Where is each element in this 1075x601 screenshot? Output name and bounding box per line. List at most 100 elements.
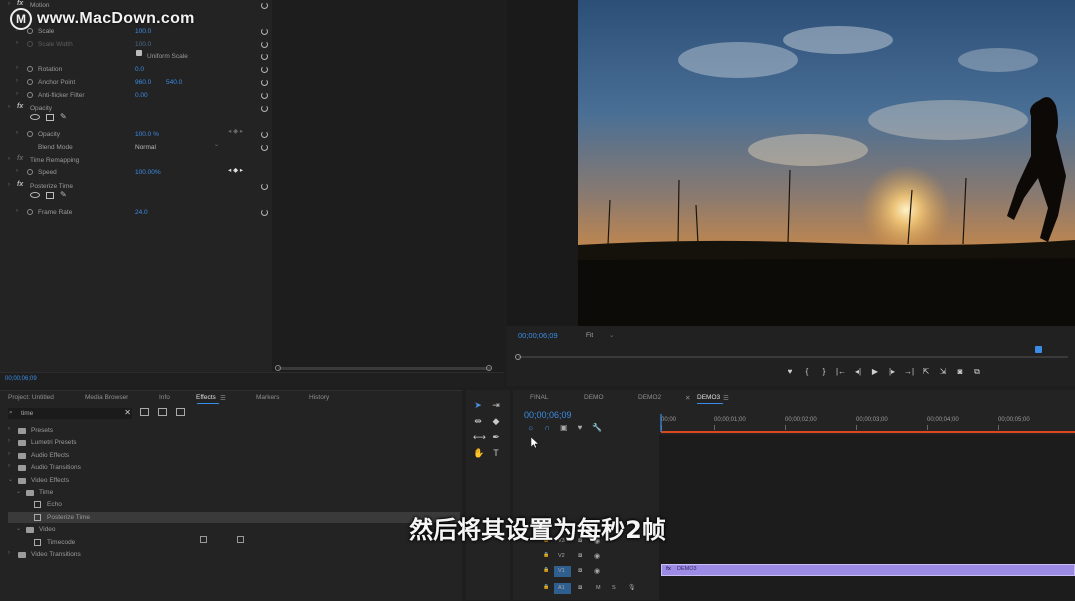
effect-controls-timecode[interactable]: 00;00;06;09 (5, 376, 37, 382)
fit-dropdown[interactable]: Fit ⌄ (586, 331, 615, 339)
rectangle-mask-icon[interactable] (46, 113, 54, 121)
tab-info[interactable]: Info (159, 394, 196, 402)
add-marker-icon[interactable]: ♥ (784, 367, 796, 377)
expand-chevron-icon[interactable]: › (8, 104, 10, 110)
tab-media-browser[interactable]: Media Browser (85, 394, 159, 402)
linked-selection-icon[interactable]: ∩ (544, 423, 550, 432)
expand-chevron-icon[interactable]: › (16, 168, 18, 174)
effect-property-value[interactable]: 0.0 (135, 66, 144, 73)
effects-tree-item[interactable]: Lumetri Presets (31, 439, 77, 446)
timeline-timecode[interactable]: 00;00;06;09 (524, 410, 572, 420)
yuv-effects-icon[interactable] (176, 408, 185, 416)
reset-icon[interactable] (261, 144, 268, 151)
tab-sequence-demo2[interactable]: DEMO2 (638, 394, 685, 402)
stopwatch-icon[interactable] (27, 209, 33, 215)
mark-in-icon[interactable]: { (801, 367, 813, 377)
expand-chevron-icon[interactable]: › (8, 463, 10, 469)
track-lock-icon[interactable]: 🔒 (543, 552, 549, 558)
expand-chevron-icon[interactable]: › (16, 91, 18, 97)
expand-chevron-icon[interactable]: › (8, 182, 10, 188)
expand-chevron-icon[interactable]: › (16, 40, 18, 46)
effects-tree-item[interactable]: Time (39, 489, 53, 496)
tab-markers[interactable]: Markers (256, 394, 309, 402)
scroll-handle-left[interactable] (275, 365, 281, 371)
stopwatch-icon[interactable] (27, 41, 33, 47)
microphone-icon[interactable]: 🎙 (628, 584, 636, 591)
expand-chevron-icon[interactable]: › (16, 208, 18, 214)
ellipse-mask-icon[interactable] (30, 192, 40, 198)
add-marker-icon[interactable]: ♥ (578, 423, 583, 432)
tab-sequence-final[interactable]: FINAL (530, 394, 584, 402)
mark-out-icon[interactable]: } (818, 367, 830, 377)
tab-sequence-demo[interactable]: DEMO (584, 394, 638, 402)
expand-chevron-icon[interactable]: › (8, 438, 10, 444)
reset-icon[interactable] (261, 53, 268, 60)
reset-icon[interactable] (261, 183, 268, 190)
pen-mask-icon[interactable]: ✎ (60, 191, 68, 199)
expand-chevron-icon[interactable]: › (8, 426, 10, 432)
sync-lock-icon[interactable]: ⧇ (578, 584, 582, 592)
work-area-bar[interactable] (661, 431, 1075, 433)
effects-search-input[interactable]: time (21, 410, 33, 417)
solo-track-icon[interactable]: S (612, 585, 616, 591)
fx-icon[interactable]: fx (17, 103, 23, 110)
go-to-out-icon[interactable]: →| (903, 367, 915, 377)
tab-sequence-demo3[interactable]: DEMO3 (697, 394, 723, 402)
effect-property-value[interactable]: 100.0 (135, 41, 151, 48)
effect-property-value[interactable]: Normal (135, 144, 156, 151)
expand-chevron-icon[interactable]: › (16, 65, 18, 71)
effect-property-value[interactable]: 24.0 (135, 209, 148, 216)
effects-tree-item[interactable]: Video Effects (31, 477, 69, 484)
expand-chevron-icon[interactable]: › (16, 78, 18, 84)
fx-icon[interactable]: fx (17, 181, 23, 188)
stopwatch-icon[interactable] (27, 92, 33, 98)
uniform-scale-checkbox[interactable] (136, 50, 142, 56)
tab-effects-menu-icon[interactable]: ☰ (210, 394, 256, 402)
pen-mask-icon[interactable]: ✎ (60, 113, 68, 121)
program-playhead[interactable] (1035, 346, 1042, 353)
effect-property-value[interactable]: 0.00 (135, 92, 148, 99)
effect-property-value[interactable]: 100.0 % (135, 131, 159, 138)
reset-icon[interactable] (261, 2, 268, 9)
effects-tree-item[interactable]: Audio Effects (31, 452, 69, 459)
expand-chevron-icon[interactable]: ⌄ (16, 488, 21, 495)
reset-icon[interactable] (261, 92, 268, 99)
reset-icon[interactable] (261, 28, 268, 35)
eye-icon[interactable]: ◉ (594, 552, 600, 560)
selection-tool-icon[interactable]: ➤ (473, 400, 483, 410)
lift-icon[interactable]: ⇱ (920, 367, 932, 377)
playhead-marker[interactable] (660, 414, 662, 432)
effect-property-value[interactable]: 960.0 (135, 79, 151, 86)
ripple-edit-tool-icon[interactable]: ⇹ (473, 416, 483, 426)
clear-search-icon[interactable]: ✕ (124, 408, 131, 417)
program-scrubber-start[interactable] (515, 354, 521, 360)
sync-lock-icon[interactable]: ⧇ (578, 552, 582, 560)
reset-icon[interactable] (261, 209, 268, 216)
scroll-handle-right[interactable] (486, 365, 492, 371)
track-select-tool-icon[interactable]: ⇥ (491, 400, 501, 410)
tab-project[interactable]: Project: Untitled (8, 394, 85, 402)
keyframe-nav-speed[interactable]: ◂ ◆ ▸ (228, 166, 243, 174)
slip-tool-icon[interactable]: ⟷ (473, 432, 486, 442)
program-timecode[interactable]: 00;00;06;09 (518, 331, 558, 340)
step-back-icon[interactable]: ◂| (852, 367, 864, 377)
timeline-settings-icon[interactable]: 🔧 (592, 423, 602, 432)
expand-chevron-icon[interactable]: › (16, 130, 18, 136)
expand-chevron-icon[interactable]: › (8, 451, 10, 457)
chevron-down-icon[interactable]: ⌄ (214, 141, 219, 148)
effects-tree-item[interactable]: Presets (31, 427, 53, 434)
tab-demo3-menu-icon[interactable]: ☰ (723, 394, 729, 402)
type-tool-icon[interactable]: T (491, 448, 501, 458)
effects-tree-item[interactable]: Echo (47, 501, 62, 508)
stopwatch-icon[interactable] (27, 66, 33, 72)
insert-nested-icon[interactable]: ▣ (560, 423, 568, 432)
stopwatch-icon[interactable] (27, 79, 33, 85)
expand-chevron-icon[interactable]: ⌄ (8, 476, 13, 483)
reset-icon[interactable] (261, 41, 268, 48)
effect-property-value[interactable]: 100.00% (135, 169, 161, 176)
comparison-view-icon[interactable]: ⧉ (971, 367, 983, 377)
mute-track-icon[interactable]: M (596, 585, 601, 591)
play-icon[interactable]: ▶ (869, 367, 881, 377)
reset-icon[interactable] (261, 79, 268, 86)
effects-tree-item[interactable]: Audio Transitions (31, 464, 81, 471)
